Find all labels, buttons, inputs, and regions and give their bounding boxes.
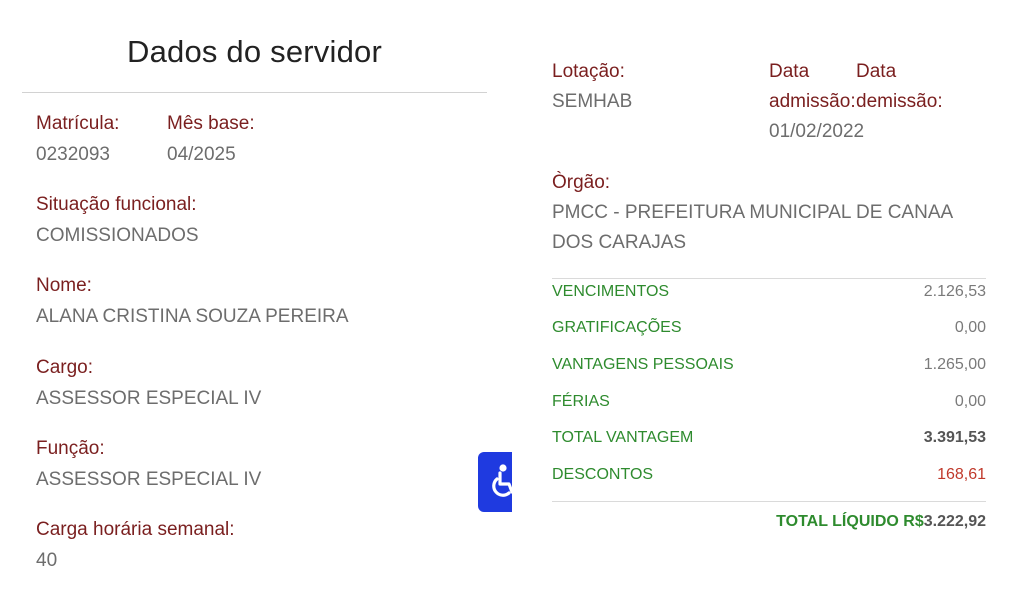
data-admissao-label-line2: admissão:	[769, 91, 856, 112]
total-vantagem-label: TOTAL VANTAGEM	[552, 429, 694, 446]
vencimentos-value: 2.126,53	[923, 283, 986, 300]
descontos-label: DESCONTOS	[552, 466, 654, 483]
cargo-field: Cargo: ASSESSOR ESPECIAL IV	[36, 356, 261, 411]
vantagens-pessoais-label: VANTAGENS PESSOAIS	[552, 356, 734, 373]
cargo-value: ASSESSOR ESPECIAL IV	[36, 388, 262, 409]
nome-field: Nome: ALANA CRISTINA SOUZA PEREIRA	[36, 274, 349, 329]
total-vantagem-value: 3.391,53	[923, 429, 986, 446]
situacao-label: Situação funcional:	[36, 194, 197, 215]
matricula-label: Matrícula:	[36, 113, 120, 134]
situacao-field: Situação funcional: COMISSIONADOS	[36, 193, 199, 248]
title-divider	[22, 92, 487, 93]
ferias-value: 0,00	[954, 393, 986, 410]
matricula-value: 0232093	[36, 144, 110, 165]
gratificacoes-row: GRATIFICAÇÕES 0,00	[552, 316, 986, 340]
descontos-row: DESCONTOS 168,61	[552, 463, 986, 487]
page: Dados do servidor Matrícula: 0232093 Mês…	[0, 0, 1024, 612]
ferias-row: FÉRIAS 0,00	[552, 390, 986, 414]
total-liquido: TOTAL LÍQUIDO R$3.222,92	[776, 510, 986, 534]
orgao-value-line2: DOS CARAJAS	[552, 232, 687, 253]
accessibility-button[interactable]	[478, 452, 512, 512]
gratificacoes-label: GRATIFICAÇÕES	[552, 319, 682, 336]
gratificacoes-value: 0,00	[954, 319, 986, 336]
payroll-panel: Lotação: SEMHAB Data admissão: 01/02/202…	[512, 0, 1024, 612]
funcao-label: Função:	[36, 438, 105, 459]
lotacao-label: Lotação:	[552, 61, 625, 82]
vencimentos-label: VENCIMENTOS	[552, 283, 670, 300]
server-data-panel: Dados do servidor Matrícula: 0232093 Mês…	[0, 0, 512, 612]
carga-horaria-label: Carga horária semanal:	[36, 519, 235, 540]
data-admissao-value: 01/02/2022	[769, 121, 865, 142]
situacao-value: COMISSIONADOS	[36, 225, 199, 246]
cargo-label: Cargo:	[36, 357, 94, 378]
nome-value: ALANA CRISTINA SOUZA PEREIRA	[36, 306, 349, 327]
lotacao-field: Lotação: SEMHAB	[552, 57, 632, 117]
total-liquido-value: 3.222,92	[923, 513, 986, 530]
mes-base-label: Mês base:	[167, 113, 255, 134]
funcao-value: ASSESSOR ESPECIAL IV	[36, 469, 262, 490]
carga-horaria-field: Carga horária semanal: 40	[36, 518, 235, 573]
data-demissao-label-line2: demissão:	[856, 91, 943, 112]
mes-base-field: Mês base: 04/2025	[167, 112, 255, 167]
wheelchair-icon	[492, 464, 512, 497]
descontos-value: 168,61	[937, 466, 986, 483]
data-demissao-label-line1: Data	[856, 61, 897, 82]
data-admissao-label-line1: Data	[769, 61, 810, 82]
matricula-field: Matrícula: 0232093	[36, 112, 119, 167]
funcao-field: Função: ASSESSOR ESPECIAL IV	[36, 437, 261, 492]
data-admissao-field: Data admissão: 01/02/2022	[769, 57, 864, 147]
orgao-label: Òrgão:	[552, 172, 611, 193]
nome-label: Nome:	[36, 275, 92, 296]
orgao-field: Òrgão: PMCC - PREFEITURA MUNICIPAL DE CA…	[552, 168, 953, 258]
summary-divider-top	[552, 278, 986, 279]
page-title: Dados do servidor	[127, 34, 382, 69]
ferias-label: FÉRIAS	[552, 393, 610, 410]
orgao-value-line1: PMCC - PREFEITURA MUNICIPAL DE CANAA	[552, 202, 954, 223]
vantagens-pessoais-row: VANTAGENS PESSOAIS 1.265,00	[552, 353, 986, 377]
summary-divider-bottom	[552, 501, 986, 502]
total-liquido-label: TOTAL LÍQUIDO R$	[776, 513, 924, 530]
mes-base-value: 04/2025	[167, 144, 236, 165]
data-demissao-field: Data demissão:	[856, 57, 943, 117]
lotacao-value: SEMHAB	[552, 91, 633, 112]
vencimentos-row: VENCIMENTOS 2.126,53	[552, 280, 986, 304]
carga-horaria-value: 40	[36, 550, 58, 571]
total-vantagem-row: TOTAL VANTAGEM 3.391,53	[552, 426, 986, 450]
vantagens-pessoais-value: 1.265,00	[923, 356, 986, 373]
